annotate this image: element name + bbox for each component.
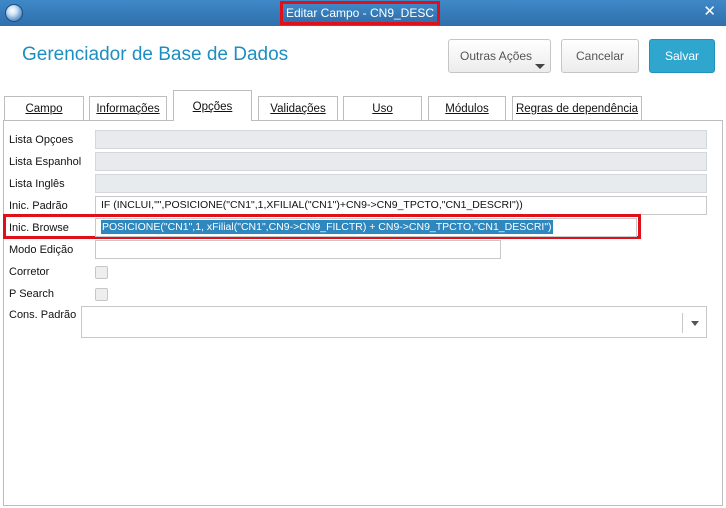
window-title-bar[interactable]: Editar Campo - CN9_DESC ✕ xyxy=(0,0,726,26)
lista-espanhol-field xyxy=(95,152,707,171)
more-actions-button[interactable]: Outras Ações xyxy=(448,39,551,73)
cancel-button[interactable]: Cancelar xyxy=(561,39,639,73)
tab-informacoes[interactable]: Informações xyxy=(89,96,167,120)
tab-opcoes[interactable]: Opções xyxy=(173,90,252,121)
p-search-label: P Search xyxy=(9,288,55,300)
lista-opcoes-label: Lista Opçoes xyxy=(9,134,74,146)
close-icon[interactable]: ✕ xyxy=(703,3,716,21)
tab-regras-dependencia[interactable]: Regras de dependência xyxy=(512,96,642,120)
tab-campo[interactable]: Campo xyxy=(4,96,84,120)
corretor-checkbox[interactable] xyxy=(95,266,108,279)
caret-down-icon xyxy=(535,64,545,69)
inic-browse-input[interactable]: POSICIONE("CN1",1, xFilial("CN1",CN9->CN… xyxy=(95,218,637,237)
header: Gerenciador de Base de Dados Outras Açõe… xyxy=(0,26,726,90)
save-button[interactable]: Salvar xyxy=(649,39,715,73)
tab-modulos[interactable]: Módulos xyxy=(428,96,506,120)
more-actions-label: Outras Ações xyxy=(460,49,533,63)
inic-padrao-input[interactable]: IF (INCLUI,"",POSICIONE("CN1",1,XFILIAL(… xyxy=(95,196,707,215)
lista-espanhol-label: Lista Espanhol xyxy=(9,156,82,168)
window-title: Editar Campo - CN9_DESC xyxy=(280,1,440,25)
page-title: Gerenciador de Base de Dados xyxy=(22,44,289,65)
inic-padrao-label: Inic. Padrão xyxy=(9,200,68,212)
modo-edicao-input[interactable] xyxy=(95,240,501,259)
tab-uso[interactable]: Uso xyxy=(343,96,422,120)
inic-browse-selected-text: POSICIONE("CN1",1, xFilial("CN1",CN9->CN… xyxy=(101,220,553,234)
tab-validacoes[interactable]: Validações xyxy=(258,96,338,120)
select-divider xyxy=(682,313,683,333)
cons-padrao-label: Cons. Padrão xyxy=(9,309,77,321)
lista-ingles-label: Lista Inglês xyxy=(9,178,65,190)
modo-edicao-label: Modo Edição xyxy=(9,244,74,256)
cons-padrao-select[interactable] xyxy=(81,306,707,338)
chevron-down-icon[interactable] xyxy=(691,321,699,326)
app-icon xyxy=(5,4,23,22)
inic-browse-label: Inic. Browse xyxy=(9,222,69,234)
tab-bar: Campo Informações Opções Validações Uso … xyxy=(0,90,726,121)
corretor-label: Corretor xyxy=(9,266,50,278)
p-search-checkbox[interactable] xyxy=(95,288,108,301)
lista-ingles-field xyxy=(95,174,707,193)
lista-opcoes-field xyxy=(95,130,707,149)
